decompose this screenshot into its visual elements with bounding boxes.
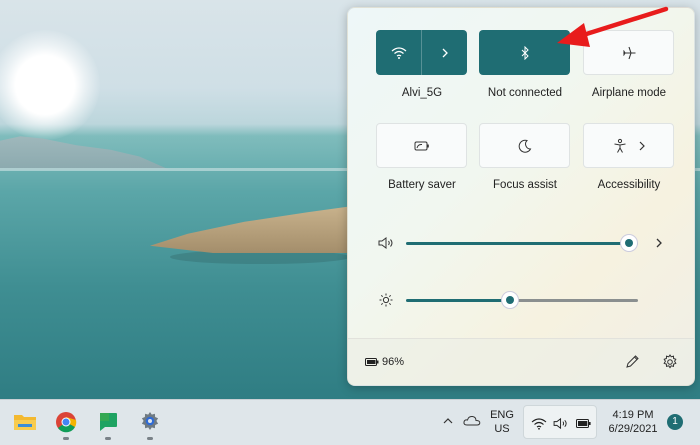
volume-slider-fill <box>406 242 627 245</box>
chevron-right-icon <box>639 141 645 150</box>
wallpaper-island <box>150 205 360 253</box>
keyboard-region: US <box>494 423 510 435</box>
brightness-slider[interactable] <box>406 290 640 310</box>
running-indicator <box>63 437 69 440</box>
wifi-toggle-button[interactable] <box>376 30 421 75</box>
clock-time: 4:19 PM <box>612 409 654 421</box>
bluetooth-tile[interactable] <box>479 30 570 75</box>
wifi-tile-label: Alvi_5G <box>401 87 443 99</box>
wifi-expand-button[interactable] <box>422 30 467 75</box>
bluetooth-icon <box>521 45 529 60</box>
wallpaper-sun <box>0 30 100 140</box>
speaker-icon <box>553 417 567 430</box>
focus-assist-tile[interactable] <box>479 123 570 168</box>
moon-icon <box>518 139 531 153</box>
focus-assist-tile-label: Focus assist <box>493 179 557 191</box>
battery-icon <box>576 419 591 428</box>
battery-saver-tile[interactable] <box>376 123 467 168</box>
quick-settings-panel: Alvi_5G Not connected Airplane mode Batt… <box>347 7 695 386</box>
onedrive-cloud-icon[interactable] <box>463 414 481 426</box>
folder-icon <box>14 415 36 430</box>
taskbar: ENG US 4:19 PM 6/29/2021 1 <box>0 399 700 445</box>
clock-date: 6/29/2021 <box>608 423 658 435</box>
chat-icon <box>100 413 117 431</box>
language-indicator[interactable]: ENG US <box>487 408 517 436</box>
accessibility-tile-label: Accessibility <box>597 179 661 191</box>
pencil-icon[interactable] <box>624 354 640 370</box>
chrome-icon <box>56 412 77 433</box>
brightness-slider-track <box>508 299 638 302</box>
airplane-mode-tile-label: Airplane mode <box>591 87 667 99</box>
taskbar-app-google-chat[interactable] <box>95 409 121 435</box>
battery-saver-tile-label: Battery saver <box>388 179 456 191</box>
taskbar-app-file-explorer[interactable] <box>12 409 38 435</box>
chevron-up-icon[interactable] <box>443 417 453 425</box>
battery-saver-icon <box>414 141 429 150</box>
taskbar-app-settings[interactable] <box>137 409 163 435</box>
airplane-mode-tile[interactable] <box>583 30 674 75</box>
speaker-icon[interactable] <box>378 236 396 250</box>
wifi-icon <box>391 46 406 59</box>
quick-settings-footer: 96% <box>348 338 694 385</box>
gear-icon <box>141 412 159 430</box>
volume-output-chevron-icon[interactable] <box>655 237 663 249</box>
chevron-right-icon <box>442 48 448 57</box>
brightness-slider-thumb[interactable] <box>502 292 518 308</box>
volume-slider-thumb[interactable] <box>621 235 637 251</box>
battery-percentage: 96% <box>382 356 405 368</box>
quick-settings-button[interactable] <box>523 405 597 439</box>
volume-slider[interactable] <box>406 233 640 253</box>
battery-icon <box>365 358 379 366</box>
language-code: ENG <box>490 409 514 421</box>
notification-badge[interactable]: 1 <box>667 414 683 430</box>
wifi-tile <box>376 30 467 75</box>
bluetooth-tile-label: Not connected <box>487 87 563 99</box>
running-indicator <box>147 437 153 440</box>
gear-icon[interactable] <box>662 354 678 370</box>
sun-icon <box>379 293 393 307</box>
accessibility-icon <box>613 138 626 153</box>
taskbar-app-chrome[interactable] <box>53 409 79 435</box>
brightness-slider-fill <box>406 299 508 302</box>
running-indicator <box>105 437 111 440</box>
accessibility-tile[interactable] <box>583 123 674 168</box>
wifi-icon <box>531 418 547 430</box>
clock[interactable]: 4:19 PM 6/29/2021 <box>604 408 662 436</box>
airplane-icon <box>622 46 635 59</box>
